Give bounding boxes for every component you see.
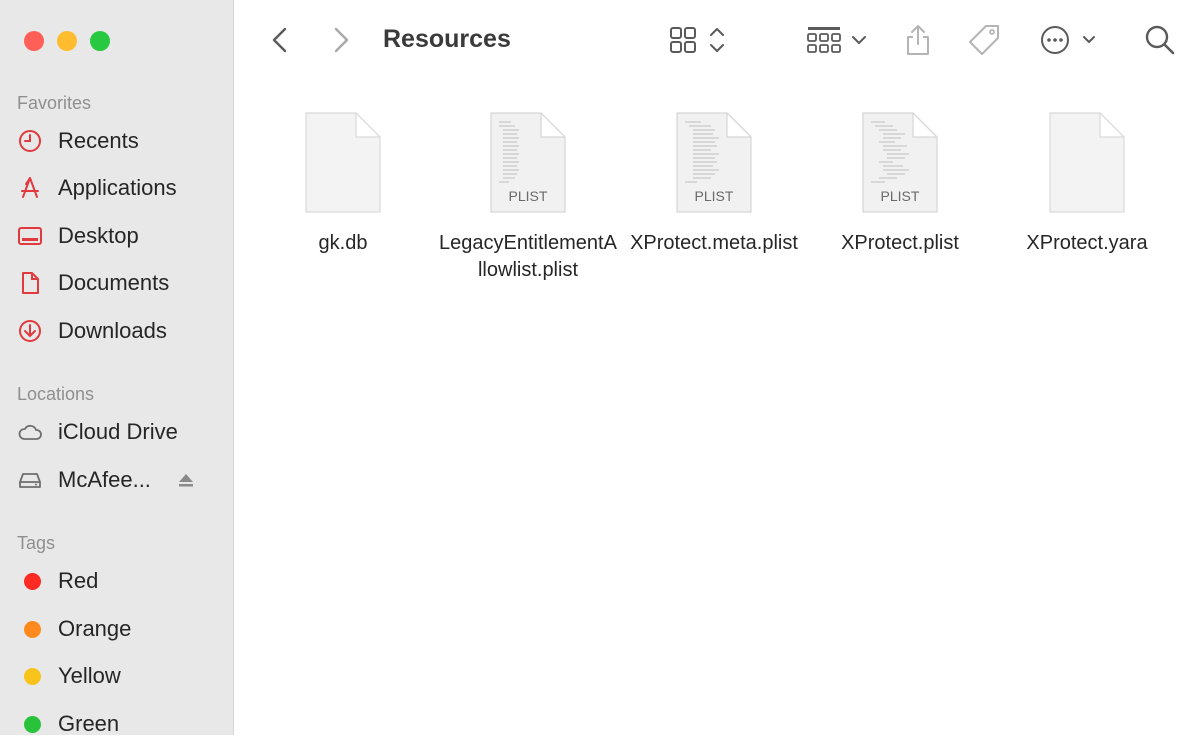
download-icon [19,320,41,342]
file-item[interactable]: PLIST XProtect.plist [807,108,993,257]
eject-icon[interactable] [176,470,196,490]
main-content: Resources gk.db PLIST LegacyEntitlementA… [234,0,1200,735]
sidebar-item-downloads[interactable]: Downloads [17,314,167,348]
sidebar-item-label: Orange [58,616,132,641]
applications-icon [21,177,39,198]
orange-tag-dot-icon [24,620,41,638]
file-name: gk.db [318,232,368,254]
blank-document-icon [300,108,386,218]
locations-section-title: Locations [17,384,95,404]
drive-icon [19,473,41,488]
sidebar-item-applications[interactable]: Applications [17,171,177,205]
group-by-button[interactable] [806,25,872,55]
plist-document-icon: PLIST [485,108,571,218]
sidebar-item-label: iCloud Drive [58,419,178,444]
favorites-section-title: Favorites [17,93,92,113]
view-mode-button[interactable] [668,25,730,55]
blank-document-icon [1044,108,1130,218]
more-actions-button[interactable] [1039,24,1101,56]
sidebar-item-desktop[interactable]: Desktop [17,219,139,253]
sidebar-item-label: Yellow [58,663,121,688]
ellipsis-circle-icon [1041,26,1095,54]
plist-badge: PLIST [694,188,734,204]
clock-icon [19,130,41,152]
sidebar-tag-yellow[interactable]: Yellow [17,659,121,693]
share-icon[interactable] [902,22,934,58]
tag-icon[interactable] [967,22,1003,58]
sidebar-item-mcafee-drive[interactable]: McAfee... [17,463,151,497]
finder-window: Favorites Recents Applications Desktop D… [0,0,1200,736]
file-name: LegacyEntitlementAllowlist.plist [439,232,617,281]
cloud-icon [18,424,42,440]
sidebar: Favorites Recents Applications Desktop D… [0,0,234,736]
zoom-button[interactable] [90,31,110,51]
plist-badge: PLIST [880,188,920,204]
sidebar-item-recents[interactable]: Recents [17,124,139,158]
icon-grid-view-icon [670,27,724,53]
plist-document-icon: PLIST [857,108,943,218]
file-item[interactable]: XProtect.yara [994,108,1180,257]
sidebar-item-label: Applications [58,175,177,200]
sidebar-item-icloud-drive[interactable]: iCloud Drive [17,415,178,449]
red-tag-dot-icon [24,572,41,590]
sidebar-item-label: McAfee... [58,467,151,492]
tags-section-title: Tags [17,533,56,553]
document-icon [22,272,39,294]
group-view-icon [807,27,866,53]
search-icon[interactable] [1144,24,1176,56]
desktop-icon [18,227,42,245]
file-item[interactable]: gk.db [250,108,436,257]
plist-badge: PLIST [508,188,548,204]
sidebar-tag-orange[interactable]: Orange [17,612,131,646]
minimize-button[interactable] [57,31,77,51]
file-item[interactable]: PLIST LegacyEntitlementAllowlist.plist [435,108,621,284]
forward-chevron-icon[interactable] [329,26,353,54]
sidebar-tag-red[interactable]: Red [17,564,98,598]
green-tag-dot-icon [24,715,41,733]
sidebar-item-label: Green [58,711,120,736]
close-button[interactable] [24,31,44,51]
sidebar-item-label: Desktop [58,223,139,248]
sidebar-item-label: Downloads [58,318,167,343]
sidebar-item-label: Documents [58,270,170,295]
yellow-tag-dot-icon [24,667,41,685]
sidebar-tag-green[interactable]: Green [17,707,119,741]
back-chevron-icon[interactable] [268,26,292,54]
file-name: XProtect.yara [1026,232,1148,254]
window-controls [24,31,110,51]
file-item[interactable]: PLIST XProtect.meta.plist [621,108,807,257]
file-name: XProtect.meta.plist [630,232,798,254]
sidebar-item-label: Red [58,568,99,593]
file-name: XProtect.plist [841,232,959,254]
plist-document-icon: PLIST [671,108,757,218]
sidebar-item-label: Recents [58,128,139,153]
window-title: Resources [383,25,511,53]
sidebar-item-documents[interactable]: Documents [17,266,169,300]
